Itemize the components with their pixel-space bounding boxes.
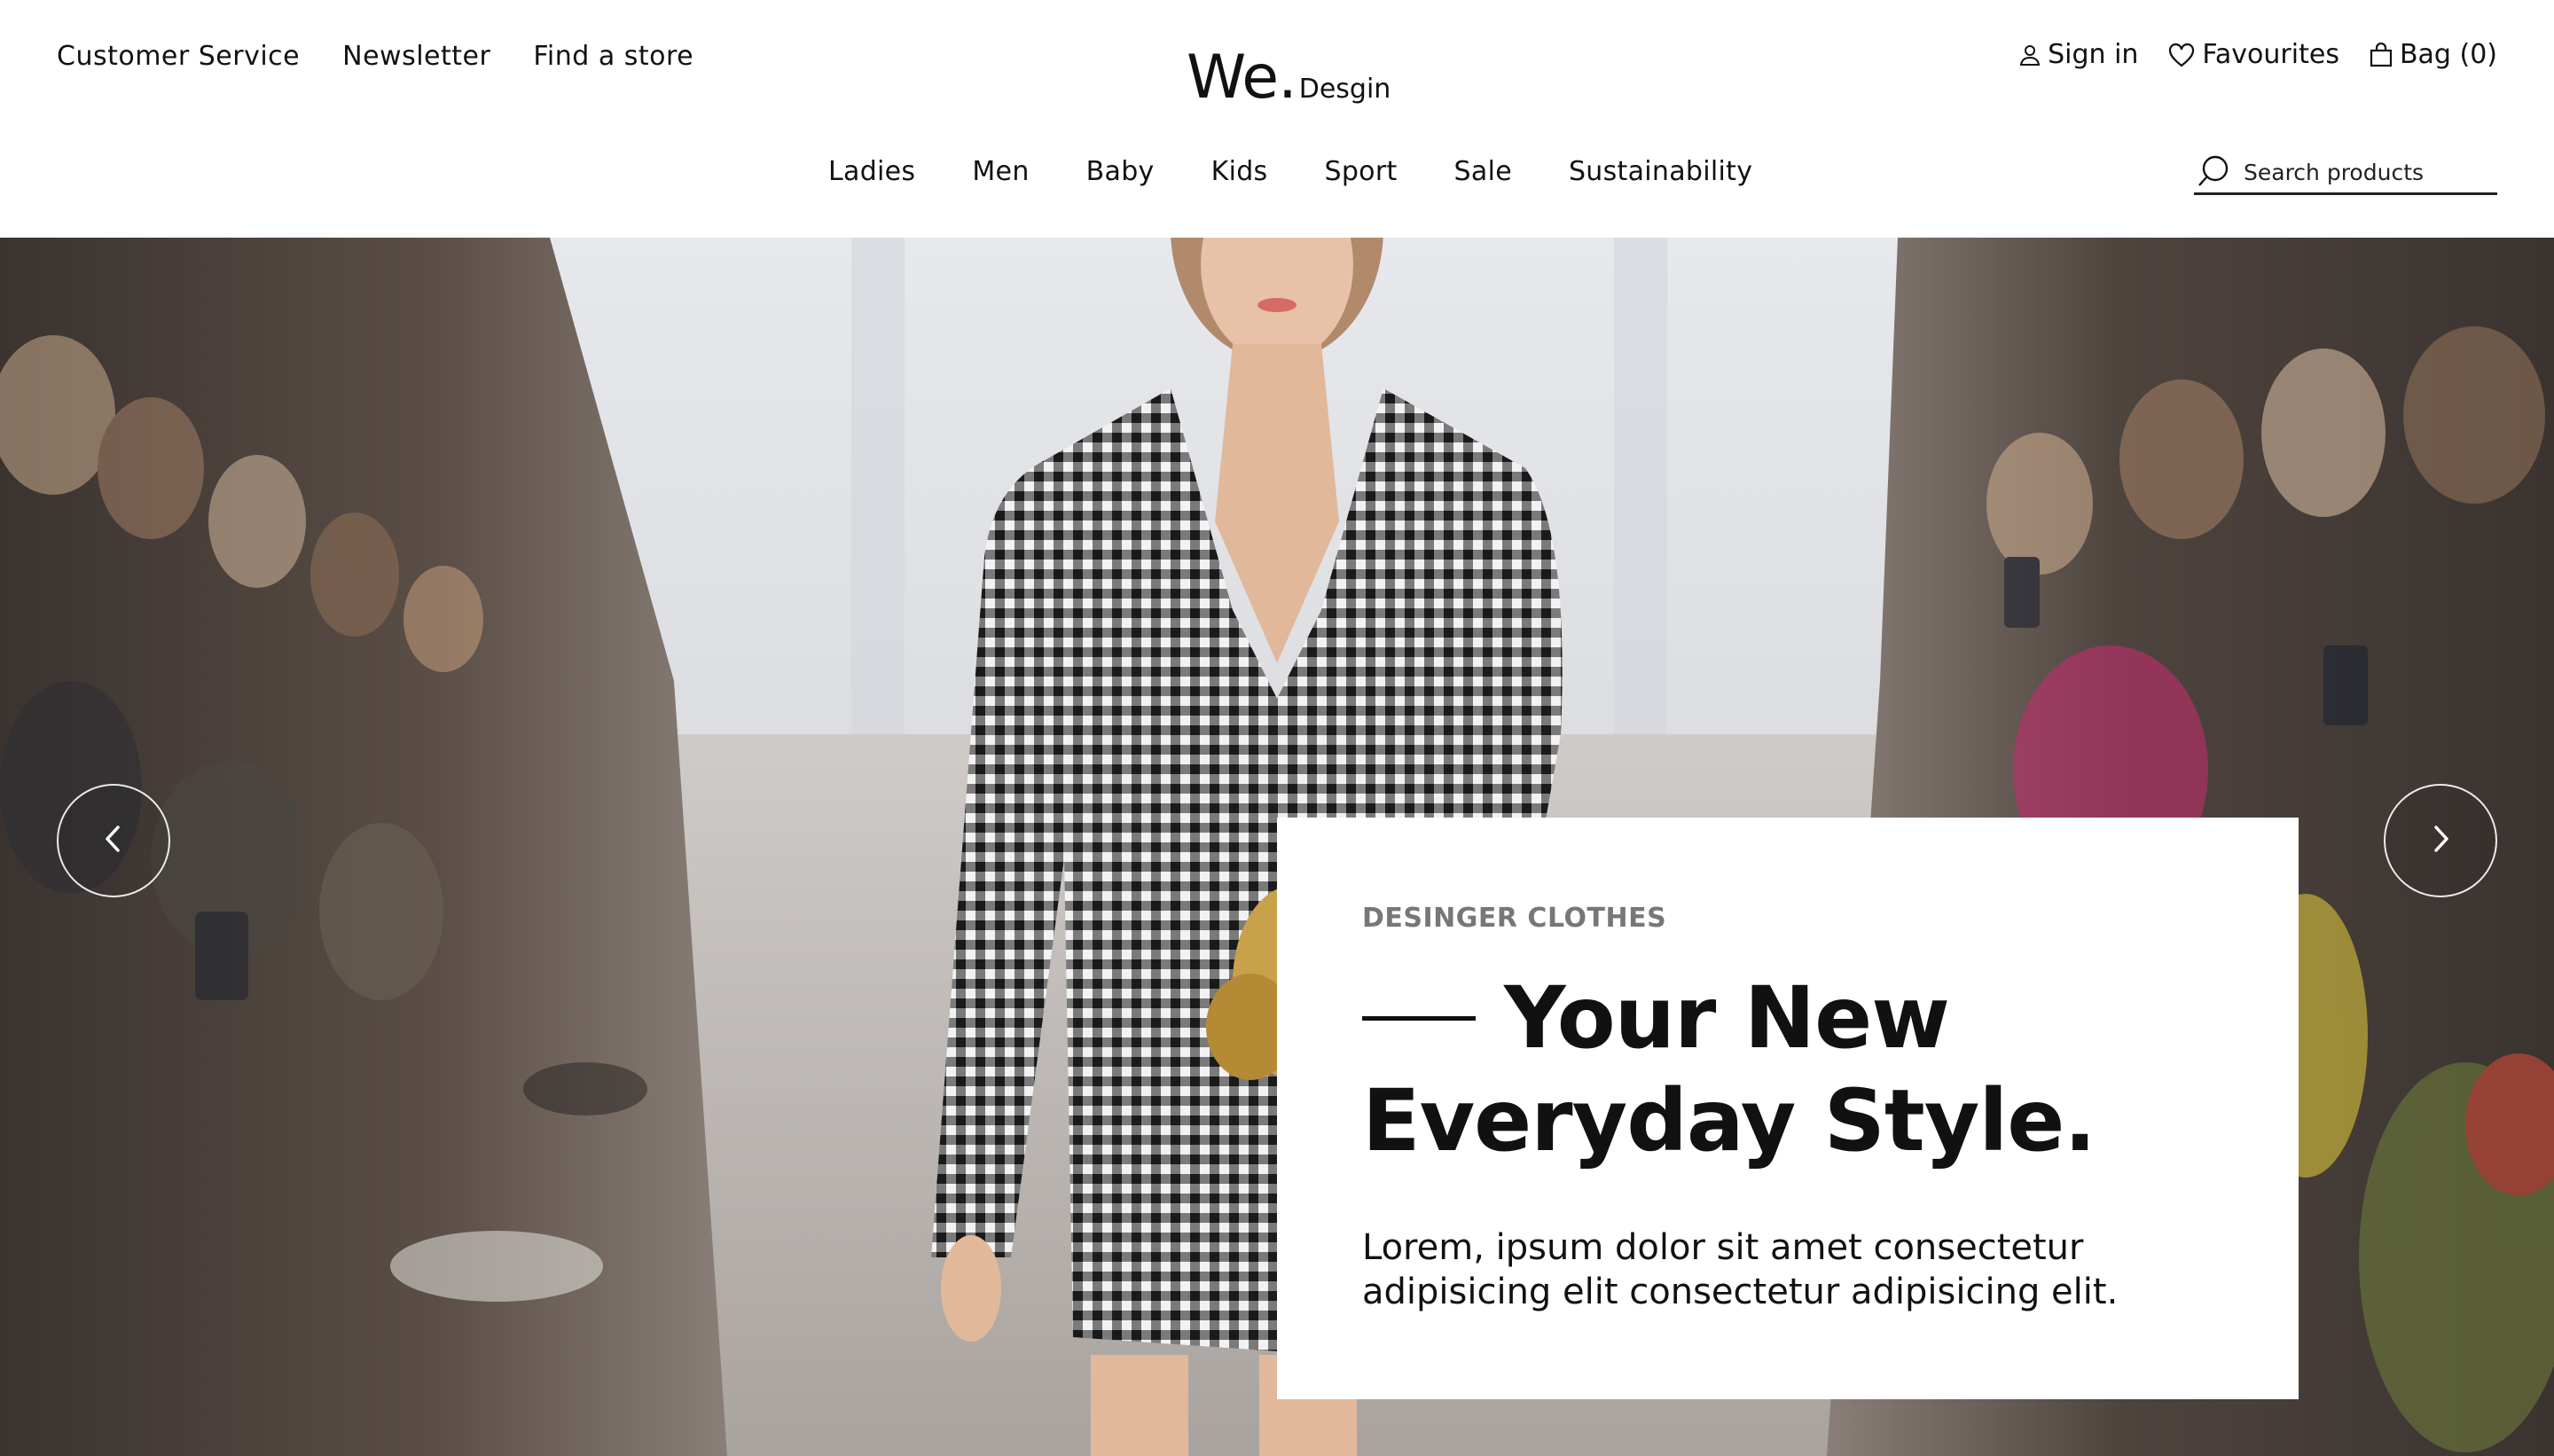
headline-line-2: Everyday Style. bbox=[1362, 1071, 2096, 1170]
promo-headline: Your New Everyday Style. bbox=[1362, 967, 2231, 1172]
nav-item-sale[interactable]: Sale bbox=[1454, 156, 1512, 187]
find-a-store-link[interactable]: Find a store bbox=[533, 41, 693, 72]
chevron-right-icon bbox=[2429, 824, 2452, 857]
headline-line-1: Your New bbox=[1504, 968, 1950, 1068]
search-icon[interactable] bbox=[2198, 154, 2231, 192]
site-header: Customer Service Newsletter Find a store… bbox=[0, 0, 2554, 238]
main-category-nav: Ladies Men Baby Kids Sport Sale Sustaina… bbox=[828, 156, 1752, 187]
brand-logo[interactable]: We . Desgin bbox=[1187, 43, 1391, 113]
search-bar bbox=[2194, 153, 2497, 195]
nav-item-sport[interactable]: Sport bbox=[1325, 156, 1398, 187]
promo-kicker: DESINGER CLOTHES bbox=[1362, 903, 1667, 934]
nav-item-sustainability[interactable]: Sustainability bbox=[1569, 156, 1752, 187]
headline-dash bbox=[1362, 1016, 1476, 1022]
carousel-next-button[interactable] bbox=[2384, 784, 2497, 897]
shopping-bag-icon bbox=[2370, 42, 2393, 67]
bag-link[interactable]: Bag (0) bbox=[2370, 39, 2497, 70]
promo-card: DESINGER CLOTHES Your New Everyday Style… bbox=[1277, 818, 2299, 1399]
logo-main-text: We bbox=[1187, 43, 1279, 113]
newsletter-link[interactable]: Newsletter bbox=[342, 41, 490, 72]
user-icon bbox=[2019, 43, 2041, 67]
sign-in-link[interactable]: Sign in bbox=[2019, 39, 2138, 70]
bag-label: Bag (0) bbox=[2399, 39, 2497, 70]
utility-nav-right: Sign in Favourites Bag (0) bbox=[2019, 39, 2497, 70]
favourites-label: Favourites bbox=[2202, 39, 2339, 70]
utility-nav-left: Customer Service Newsletter Find a store bbox=[57, 41, 693, 72]
search-input[interactable] bbox=[2244, 160, 2483, 185]
logo-sub-text: Desgin bbox=[1298, 74, 1391, 105]
nav-item-baby[interactable]: Baby bbox=[1086, 156, 1155, 187]
nav-item-kids[interactable]: Kids bbox=[1211, 156, 1268, 187]
nav-item-ladies[interactable]: Ladies bbox=[828, 156, 915, 187]
carousel-prev-button[interactable] bbox=[57, 784, 170, 897]
nav-item-men[interactable]: Men bbox=[972, 156, 1029, 187]
favourites-link[interactable]: Favourites bbox=[2168, 39, 2339, 70]
sign-in-label: Sign in bbox=[2048, 39, 2139, 70]
hero-banner: DESINGER CLOTHES Your New Everyday Style… bbox=[0, 238, 2554, 1456]
chevron-left-icon bbox=[102, 824, 125, 857]
heart-icon bbox=[2168, 43, 2195, 67]
promo-body-text: Lorem, ipsum dolor sit amet consectetur … bbox=[1362, 1227, 2119, 1312]
customer-service-link[interactable]: Customer Service bbox=[57, 41, 300, 72]
logo-dot: . bbox=[1278, 43, 1297, 113]
